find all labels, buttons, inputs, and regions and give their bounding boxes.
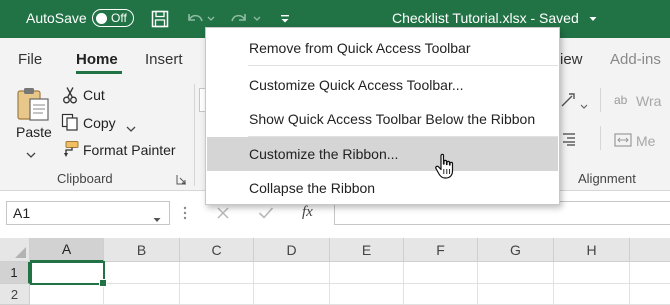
cell-d2[interactable]: [254, 284, 330, 305]
cell-a1-selected[interactable]: [30, 261, 107, 287]
menu-item-label: Show Quick Access Toolbar Below the Ribb…: [249, 111, 536, 127]
menu-item-label: Customize Quick Access Toolbar...: [249, 77, 464, 93]
menu-item-customize-qat[interactable]: Customize Quick Access Toolbar...: [207, 68, 558, 102]
paste-icon[interactable]: [14, 86, 54, 121]
merge-label[interactable]: Me: [636, 133, 655, 149]
cell-h1[interactable]: [554, 262, 630, 284]
copy-label[interactable]: Copy: [83, 115, 116, 131]
align-right-icon[interactable]: [562, 132, 576, 151]
menu-item-label: Remove from Quick Access Toolbar: [249, 40, 471, 56]
undo-icon[interactable]: [184, 9, 206, 29]
orientation-icon[interactable]: [560, 92, 578, 113]
customize-qat-icon[interactable]: [278, 9, 292, 29]
menu-item-show-qat-below[interactable]: Show Quick Access Toolbar Below the Ribb…: [207, 102, 558, 136]
fill-handle[interactable]: [99, 279, 107, 287]
cell-d1[interactable]: [254, 262, 330, 284]
cell-i2[interactable]: [630, 284, 670, 305]
hand-pointer-icon: [434, 153, 456, 186]
menu-item-label: Collapse the Ribbon: [249, 180, 376, 196]
autosave-label: AutoSave: [26, 10, 87, 26]
undo-dropdown-icon[interactable]: [206, 9, 216, 29]
save-icon[interactable]: [150, 9, 170, 29]
wrap-text-label[interactable]: Wra: [636, 93, 661, 109]
column-header-b[interactable]: B: [104, 238, 180, 262]
menu-item-customize-ribbon[interactable]: Customize the Ribbon...: [207, 137, 558, 171]
menu-item-label: Customize the Ribbon...: [249, 146, 399, 162]
document-title: Checklist Tutorial.xlsx - Saved: [392, 10, 579, 26]
cut-label[interactable]: Cut: [83, 87, 105, 103]
cell-c2[interactable]: [180, 284, 254, 305]
row-header-2[interactable]: 2: [0, 284, 30, 305]
select-all-corner[interactable]: [0, 238, 30, 262]
alignment-group-label: Alignment: [578, 171, 636, 186]
dialog-launcher-icon[interactable]: [176, 172, 187, 190]
redo-icon[interactable]: [228, 9, 250, 29]
tab-view[interactable]: iew: [560, 51, 583, 68]
column-header-c[interactable]: C: [180, 238, 254, 262]
format-painter-icon[interactable]: [60, 140, 80, 163]
column-header-d[interactable]: D: [254, 238, 330, 262]
cell-e1[interactable]: [330, 262, 404, 284]
tab-file[interactable]: File: [18, 51, 42, 68]
active-tab-indicator: [76, 71, 122, 74]
name-box-dropdown-icon[interactable]: [153, 210, 161, 228]
name-box-value: A1: [13, 205, 31, 221]
menu-item-remove-from-qat[interactable]: Remove from Quick Access Toolbar: [207, 31, 558, 65]
formula-bar-grip-icon[interactable]: [182, 205, 188, 226]
autosave-state: Off: [111, 11, 127, 25]
paste-dropdown-icon[interactable]: [26, 146, 36, 164]
format-painter-label[interactable]: Format Painter: [83, 142, 176, 158]
cell-i1[interactable]: [630, 262, 670, 284]
group-divider: [194, 84, 195, 186]
name-box[interactable]: A1: [6, 201, 170, 225]
clipboard-group-label: Clipboard: [57, 171, 113, 186]
menu-item-collapse-ribbon[interactable]: Collapse the Ribbon: [207, 171, 558, 205]
cell-h2[interactable]: [554, 284, 630, 305]
insert-function-button[interactable]: fx: [302, 204, 313, 221]
inner-divider: [600, 88, 601, 112]
menu-separator: [248, 65, 558, 66]
tab-add-ins[interactable]: Add-ins: [610, 51, 661, 68]
copy-icon[interactable]: [61, 113, 79, 136]
merge-center-icon[interactable]: [614, 132, 632, 153]
cell-g1[interactable]: [478, 262, 554, 284]
column-header-a[interactable]: A: [30, 238, 104, 262]
toggle-knob: [96, 12, 107, 24]
column-header-g[interactable]: G: [478, 238, 554, 262]
redo-dropdown-icon[interactable]: [252, 9, 262, 29]
cell-e2[interactable]: [330, 284, 404, 305]
cell-b1[interactable]: [104, 262, 180, 284]
tab-insert[interactable]: Insert: [145, 51, 183, 68]
tab-home[interactable]: Home: [76, 51, 118, 68]
svg-text:ab: ab: [614, 93, 628, 107]
scissors-icon[interactable]: [62, 86, 78, 109]
title-dropdown-icon[interactable]: [588, 9, 598, 29]
column-header-h[interactable]: H: [554, 238, 630, 262]
cell-a2[interactable]: [30, 284, 104, 305]
wrap-text-icon[interactable]: ab: [614, 92, 632, 113]
copy-dropdown-icon[interactable]: [126, 120, 136, 138]
context-menu: Remove from Quick Access Toolbar Customi…: [205, 27, 560, 205]
row-header-1[interactable]: 1: [0, 262, 30, 284]
column-header-e[interactable]: E: [330, 238, 404, 262]
cell-b2[interactable]: [104, 284, 180, 305]
orientation-dropdown-icon[interactable]: [580, 97, 588, 115]
cell-f1[interactable]: [404, 262, 478, 284]
cell-c1[interactable]: [180, 262, 254, 284]
column-header-f[interactable]: F: [404, 238, 478, 262]
cell-g2[interactable]: [478, 284, 554, 305]
cell-f2[interactable]: [404, 284, 478, 305]
column-header-partial[interactable]: [630, 238, 670, 262]
paste-label[interactable]: Paste: [16, 124, 52, 140]
inner-divider-2: [600, 126, 601, 150]
autosave-toggle[interactable]: Off: [92, 9, 134, 27]
cancel-entry-icon[interactable]: [216, 206, 230, 225]
confirm-entry-icon[interactable]: [258, 206, 274, 225]
